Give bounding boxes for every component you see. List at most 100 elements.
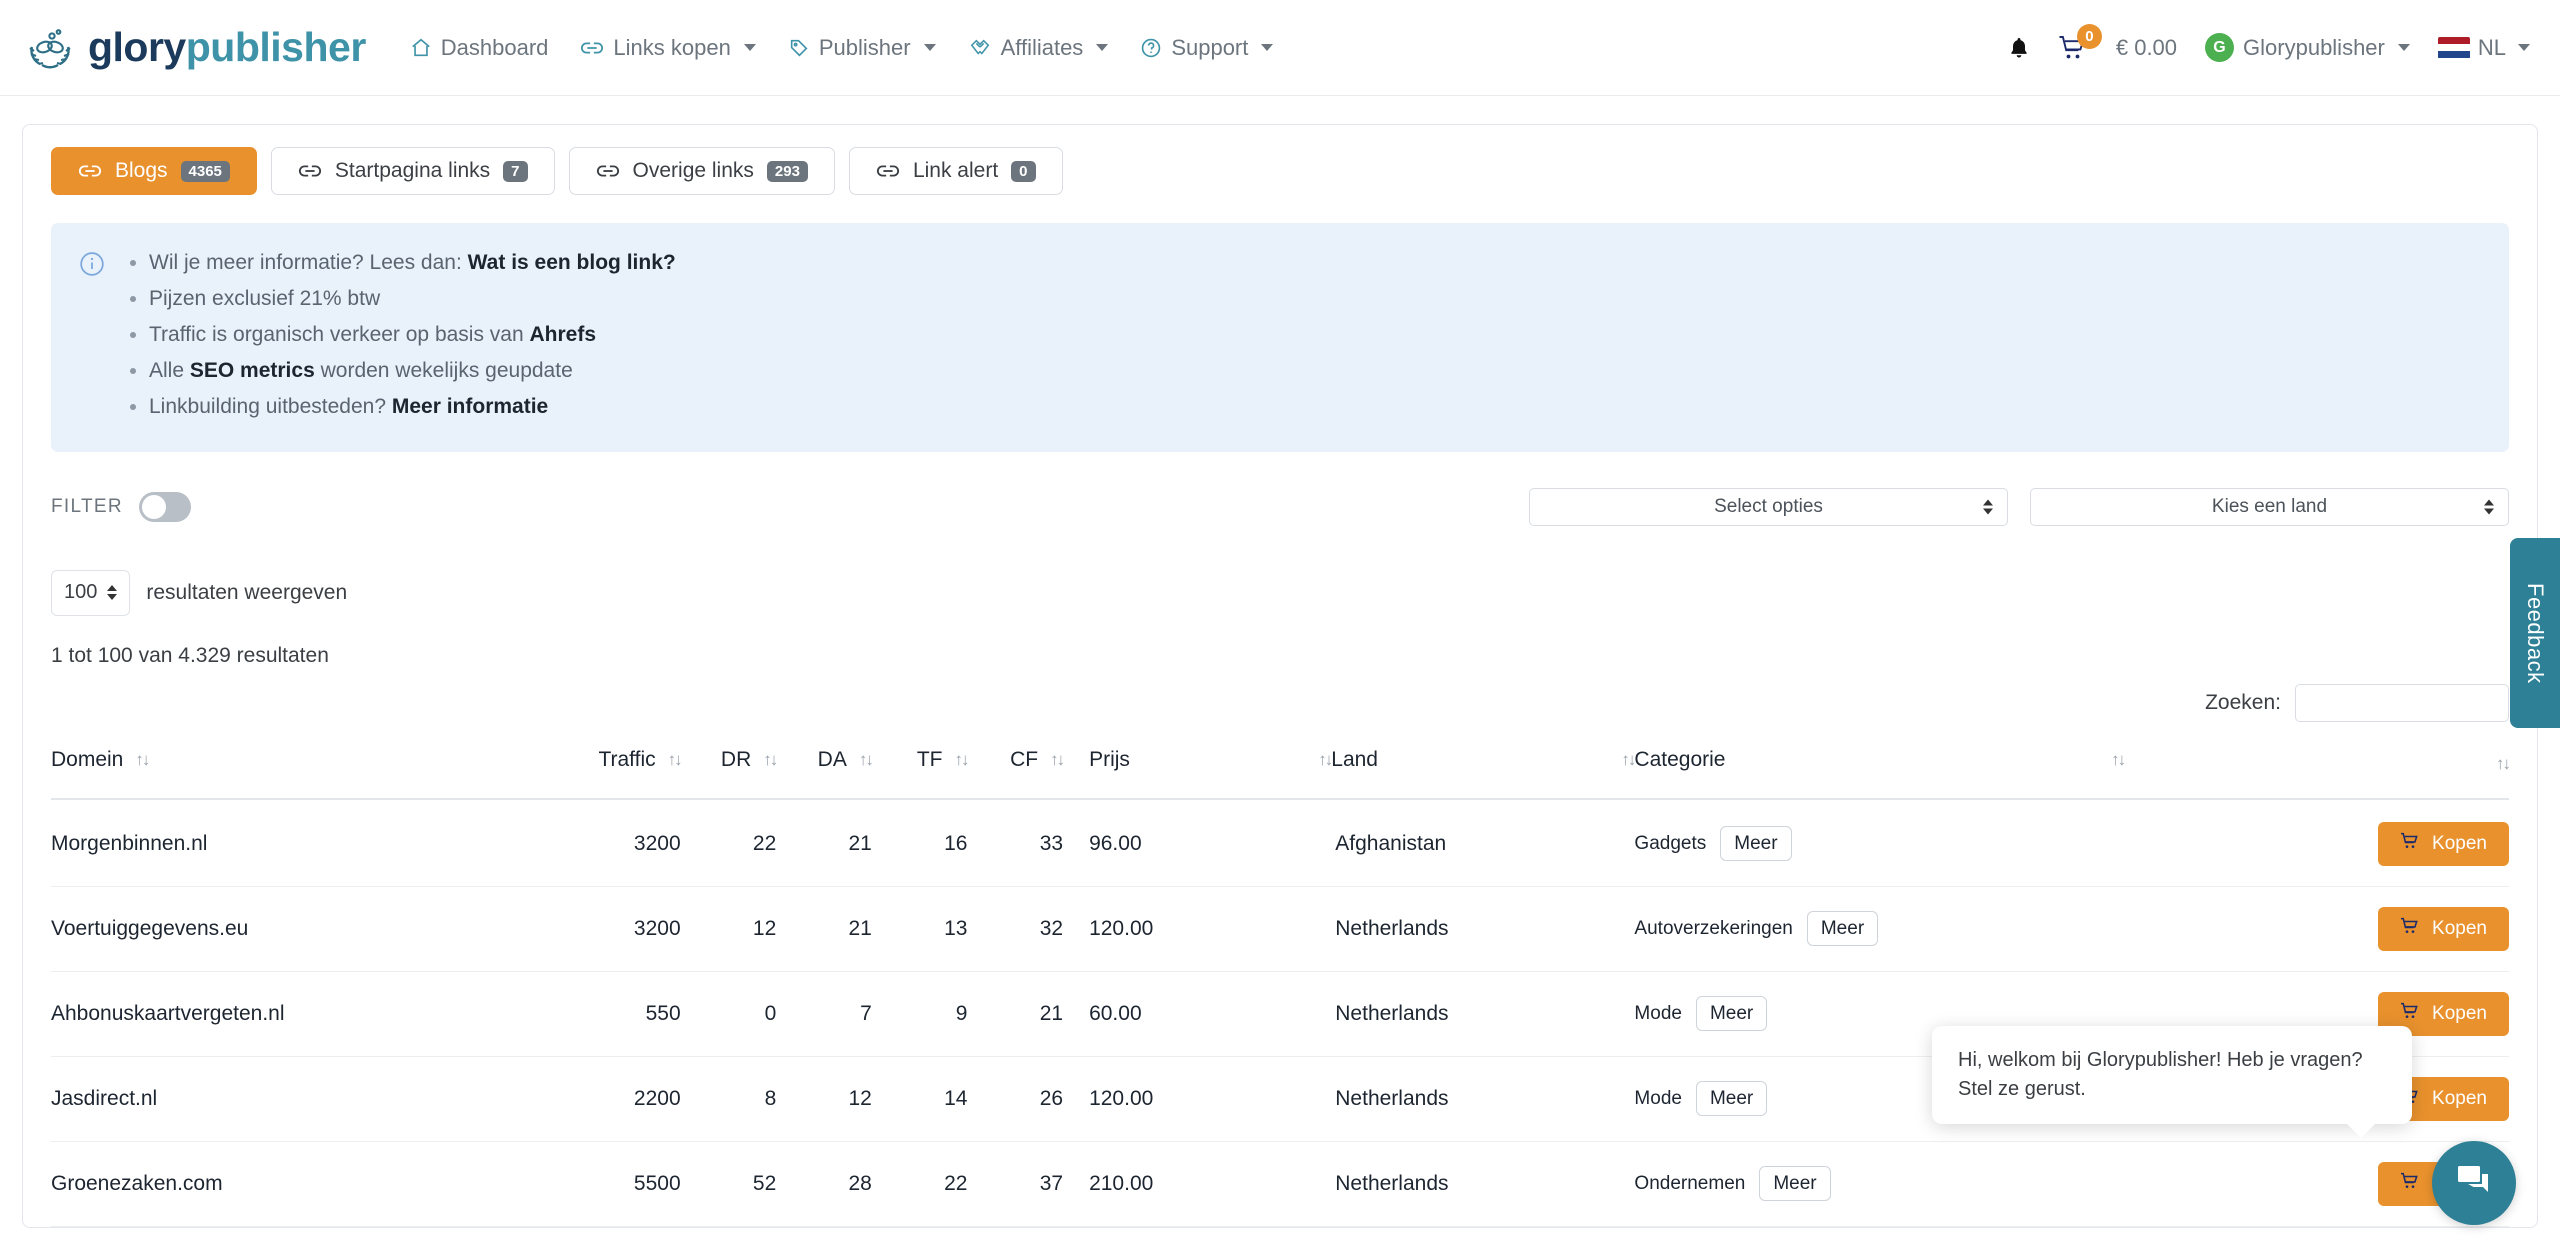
nav-label-affiliates: Affiliates bbox=[1000, 34, 1084, 60]
brand-name-part2: publisher bbox=[185, 24, 367, 70]
tab-link-alert[interactable]: Link alert 0 bbox=[848, 147, 1063, 195]
sort-icon: ↑↓ bbox=[1050, 750, 1065, 770]
cell-land: Netherlands bbox=[1331, 1056, 1635, 1142]
avatar: G bbox=[2205, 33, 2235, 62]
col-label-cf: CF bbox=[1010, 747, 1039, 771]
nav-item-publisher[interactable]: Publisher bbox=[788, 35, 936, 61]
buy-button[interactable]: Kopen bbox=[2378, 821, 2509, 866]
info-link-meer-informatie[interactable]: Meer informatie bbox=[392, 395, 548, 418]
buy-button-label: Kopen bbox=[2432, 917, 2487, 939]
filter-toggle[interactable] bbox=[138, 491, 191, 522]
cell-prijs: 120.00 bbox=[1063, 886, 1332, 972]
select-options-dropdown[interactable]: Select opties bbox=[1529, 487, 2008, 526]
bell-icon[interactable] bbox=[2008, 36, 2030, 60]
account-balance: € 0.00 bbox=[2115, 34, 2178, 60]
feedback-label: Feedback bbox=[2523, 582, 2548, 684]
info-text-1: Pijzen exclusief 21% btw bbox=[149, 287, 381, 311]
col-label-dr: DR bbox=[720, 747, 752, 771]
info-alert-item-4: Linkbuilding uitbesteden? Meer informati… bbox=[149, 389, 676, 425]
cell-traffic: 3200 bbox=[552, 798, 681, 887]
chevron-down-icon bbox=[743, 44, 756, 51]
shopping-cart-icon bbox=[2400, 917, 2420, 941]
col-header-dr[interactable]: DR ↑↓ bbox=[680, 747, 778, 800]
cell-tf: 22 bbox=[871, 1141, 968, 1227]
shopping-cart-icon bbox=[2400, 832, 2420, 856]
chat-launcher-button[interactable] bbox=[2432, 1141, 2516, 1225]
buy-button-label: Kopen bbox=[2432, 1002, 2487, 1024]
cell-tf: 14 bbox=[871, 1056, 968, 1142]
cell-kopen: Kopen bbox=[2124, 798, 2509, 887]
more-button[interactable]: Meer bbox=[1695, 1081, 1768, 1117]
user-menu[interactable]: G Glorypublisher bbox=[2205, 33, 2410, 62]
sort-icon: ↑↓ bbox=[1621, 750, 1636, 770]
col-header-prijs[interactable]: Prijs ↑↓ bbox=[1063, 747, 1333, 800]
chevron-down-icon bbox=[2518, 44, 2530, 51]
info-link-blog[interactable]: Wat is een blog link? bbox=[468, 251, 676, 274]
col-header-land[interactable]: Land ↑↓ bbox=[1331, 747, 1636, 800]
cell-traffic: 2200 bbox=[552, 1056, 681, 1142]
category-name: Autoverzekeringen bbox=[1634, 917, 1793, 939]
brand-logo[interactable]: glorypublisher bbox=[22, 24, 366, 71]
info-link-seo-metrics[interactable]: SEO metrics bbox=[190, 359, 315, 382]
nav-label-support: Support bbox=[1171, 34, 1249, 60]
col-header-categorie[interactable]: Categorie ↑↓ bbox=[1634, 747, 2126, 800]
tab-blogs[interactable]: Blogs 4365 bbox=[51, 147, 257, 195]
link-icon bbox=[298, 161, 322, 181]
tab-overige-links[interactable]: Overige links 293 bbox=[568, 147, 835, 195]
link-icon bbox=[580, 37, 604, 59]
table-header: Domein ↑↓ Traffic ↑↓ DR ↑↓ DA ↑↓ TF ↑↓ C… bbox=[51, 747, 2511, 800]
cell-categorie: Gadgets Meer bbox=[1634, 798, 2125, 887]
table-row[interactable]: Morgenbinnen.nl 3200 22 21 16 33 96.00 A… bbox=[51, 798, 2509, 887]
more-button[interactable]: Meer bbox=[1720, 826, 1792, 862]
col-header-kopen[interactable]: ↑↓ bbox=[2124, 747, 2511, 800]
filter-row: FILTER Select opties Kies een land bbox=[51, 487, 2509, 526]
table-row[interactable]: Groenezaken.com 5500 52 28 22 37 210.00 … bbox=[51, 1141, 2509, 1227]
info-link-ahrefs[interactable]: Ahrefs bbox=[530, 323, 597, 346]
cell-categorie: Ondernemen Meer bbox=[1634, 1141, 2125, 1227]
col-header-cf[interactable]: CF ↑↓ bbox=[967, 747, 1065, 800]
col-header-tf[interactable]: TF ↑↓ bbox=[871, 747, 969, 800]
cell-traffic: 5500 bbox=[552, 1141, 681, 1227]
sort-icon: ↑↓ bbox=[2111, 750, 2126, 770]
shopping-cart-icon bbox=[2400, 1002, 2420, 1026]
cell-da: 7 bbox=[776, 971, 872, 1057]
col-label-prijs: Prijs bbox=[1089, 747, 1130, 771]
more-button[interactable]: Meer bbox=[1695, 996, 1768, 1032]
search-input[interactable] bbox=[2295, 683, 2509, 722]
tab-startpagina-links[interactable]: Startpagina links 7 bbox=[270, 147, 555, 195]
info-alert-item-0: Wil je meer informatie? Lees dan: Wat is… bbox=[149, 245, 676, 281]
nav-item-links-kopen[interactable]: Links kopen bbox=[580, 35, 756, 61]
col-header-traffic[interactable]: Traffic ↑↓ bbox=[552, 747, 683, 800]
nav-right-cluster: 0 € 0.00 G Glorypublisher NL bbox=[2008, 23, 2530, 62]
table-row[interactable]: Voertuiggegevens.eu 3200 12 21 13 32 120… bbox=[51, 886, 2509, 972]
nav-item-dashboard[interactable]: Dashboard bbox=[410, 35, 548, 61]
tab-label-startpagina-links: Startpagina links bbox=[334, 159, 491, 182]
more-button[interactable]: Meer bbox=[1759, 1166, 1831, 1202]
cell-cf: 32 bbox=[967, 886, 1064, 972]
page-length-label: resultaten weergeven bbox=[146, 580, 348, 604]
cell-domein: Voertuiggegevens.eu bbox=[51, 886, 553, 972]
language-switcher[interactable]: NL bbox=[2437, 35, 2530, 61]
col-header-domein[interactable]: Domein ↑↓ bbox=[51, 747, 553, 800]
nav-item-support[interactable]: Support bbox=[1140, 34, 1274, 61]
more-button[interactable]: Meer bbox=[1806, 911, 1879, 947]
tab-badge-blogs: 4365 bbox=[180, 160, 230, 182]
buy-button[interactable]: Kopen bbox=[2378, 906, 2509, 951]
cell-da: 21 bbox=[776, 886, 872, 972]
sort-icon: ↑↓ bbox=[763, 750, 778, 770]
col-header-da[interactable]: DA ↑↓ bbox=[776, 747, 874, 800]
results-info: 1 tot 100 van 4.329 resultaten bbox=[51, 643, 329, 667]
feedback-tab[interactable]: Feedback bbox=[2510, 538, 2560, 728]
page-length-value: 100 bbox=[64, 581, 98, 604]
page-length-select[interactable]: 100 bbox=[51, 569, 131, 616]
user-name-label: Glorypublisher bbox=[2243, 34, 2385, 60]
cell-tf: 16 bbox=[871, 798, 968, 887]
cell-domein: Ahbonuskaartvergeten.nl bbox=[51, 971, 553, 1057]
select-country-dropdown[interactable]: Kies een land bbox=[2030, 487, 2509, 526]
nav-item-affiliates[interactable]: Affiliates bbox=[968, 35, 1109, 61]
cart-button[interactable]: 0 bbox=[2058, 23, 2102, 61]
col-label-traffic: Traffic bbox=[598, 747, 656, 771]
cell-dr: 0 bbox=[680, 971, 777, 1057]
chevron-down-icon bbox=[1261, 44, 1274, 51]
chevron-down-icon bbox=[2397, 44, 2410, 51]
